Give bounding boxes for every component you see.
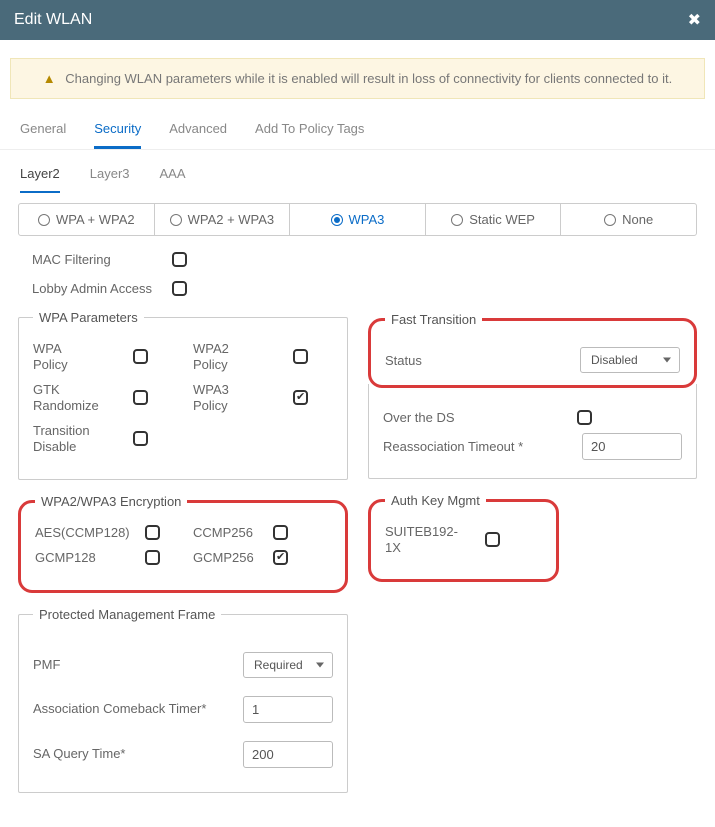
ft-status-label: Status	[385, 353, 422, 368]
auth-key-mgmt-group: Auth Key Mgmt SUITEB192- 1X	[368, 493, 559, 582]
radio-icon	[451, 214, 463, 226]
subtab-aaa[interactable]: AAA	[160, 160, 186, 193]
radio-icon	[38, 214, 50, 226]
reassoc-timeout-input[interactable]	[582, 433, 682, 460]
gcmp256-checkbox[interactable]	[273, 550, 288, 565]
radio-icon	[331, 214, 343, 226]
warning-text: Changing WLAN parameters while it is ena…	[65, 71, 672, 86]
ccmp256-label: CCMP256	[193, 525, 263, 541]
warning-icon: ▲	[43, 71, 56, 86]
auth-key-mgmt-legend: Auth Key Mgmt	[385, 493, 486, 508]
encryption-legend: WPA2/WPA3 Encryption	[35, 494, 187, 509]
wpa-policy-checkbox[interactable]	[133, 349, 148, 364]
tab-security[interactable]: Security	[94, 115, 141, 149]
assoc-comeback-input[interactable]	[243, 696, 333, 723]
wpa2-policy-label: WPA2 Policy	[193, 341, 283, 372]
pmf-label: PMF	[33, 657, 233, 673]
radio-icon	[604, 214, 616, 226]
aes-ccmp128-label: AES(CCMP128)	[35, 525, 135, 541]
suiteb192-1x-label: SUITEB192- 1X	[385, 524, 475, 555]
wpa3-policy-checkbox[interactable]	[293, 390, 308, 405]
subtab-layer3[interactable]: Layer3	[90, 160, 130, 193]
aes-ccmp128-checkbox[interactable]	[145, 525, 160, 540]
ft-status-select[interactable]: Disabled	[580, 347, 680, 373]
gcmp256-label: GCMP256	[193, 550, 263, 566]
subtab-layer2[interactable]: Layer2	[20, 160, 60, 193]
gtk-randomize-checkbox[interactable]	[133, 390, 148, 405]
warning-banner: ▲ Changing WLAN parameters while it is e…	[10, 58, 705, 99]
layer2-panel: WPA + WPA2 WPA2 + WPA3 WPA3 Static WEP N…	[0, 193, 715, 827]
window-title: Edit WLAN	[14, 11, 92, 29]
wpa2-policy-checkbox[interactable]	[293, 349, 308, 364]
sa-query-input[interactable]	[243, 741, 333, 768]
wpa-policy-label: WPA Policy	[33, 341, 123, 372]
seg-static-wep[interactable]: Static WEP	[426, 204, 562, 235]
fast-transition-legend: Fast Transition	[385, 312, 482, 327]
seg-wpa-wpa2[interactable]: WPA + WPA2	[19, 204, 155, 235]
over-the-ds-checkbox[interactable]	[577, 410, 592, 425]
pmf-select[interactable]: Required	[243, 652, 333, 678]
transition-disable-checkbox[interactable]	[133, 431, 148, 446]
mac-filtering-label: MAC Filtering	[32, 252, 172, 267]
security-mode-segmented: WPA + WPA2 WPA2 + WPA3 WPA3 Static WEP N…	[18, 203, 697, 236]
tab-general[interactable]: General	[20, 115, 66, 149]
fast-transition-group: Fast Transition Status Disabled	[368, 312, 697, 388]
suiteb192-1x-checkbox[interactable]	[485, 532, 500, 547]
tab-policy-tags[interactable]: Add To Policy Tags	[255, 115, 364, 149]
main-tabs: General Security Advanced Add To Policy …	[0, 109, 715, 150]
gcmp128-checkbox[interactable]	[145, 550, 160, 565]
seg-wpa3[interactable]: WPA3	[290, 204, 426, 235]
gtk-randomize-label: GTK Randomize	[33, 382, 123, 413]
assoc-comeback-label: Association Comeback Timer*	[33, 701, 233, 717]
close-icon[interactable]: ✖	[688, 10, 701, 30]
security-subtabs: Layer2 Layer3 AAA	[0, 150, 715, 193]
lobby-admin-checkbox[interactable]	[172, 281, 187, 296]
ccmp256-checkbox[interactable]	[273, 525, 288, 540]
title-bar: Edit WLAN ✖	[0, 0, 715, 40]
reassoc-timeout-label: Reassociation Timeout *	[383, 439, 523, 454]
seg-wpa2-wpa3[interactable]: WPA2 + WPA3	[155, 204, 291, 235]
wpa-parameters-group: WPA Parameters WPA Policy GTK Randomize …	[18, 310, 348, 480]
pmf-legend: Protected Management Frame	[33, 607, 221, 622]
mac-filtering-checkbox[interactable]	[172, 252, 187, 267]
gcmp128-label: GCMP128	[35, 550, 135, 566]
transition-disable-label: Transition Disable	[33, 423, 123, 454]
pmf-group: Protected Management Frame PMF Required …	[18, 607, 348, 793]
wpa-parameters-legend: WPA Parameters	[33, 310, 144, 325]
lobby-admin-label: Lobby Admin Access	[32, 281, 172, 296]
seg-none[interactable]: None	[561, 204, 696, 235]
tab-advanced[interactable]: Advanced	[169, 115, 227, 149]
radio-icon	[170, 214, 182, 226]
encryption-group: WPA2/WPA3 Encryption AES(CCMP128) GCMP12…	[18, 494, 348, 593]
wpa3-policy-label: WPA3 Policy	[193, 382, 283, 413]
over-the-ds-label: Over the DS	[383, 410, 455, 425]
sa-query-label: SA Query Time*	[33, 746, 233, 762]
